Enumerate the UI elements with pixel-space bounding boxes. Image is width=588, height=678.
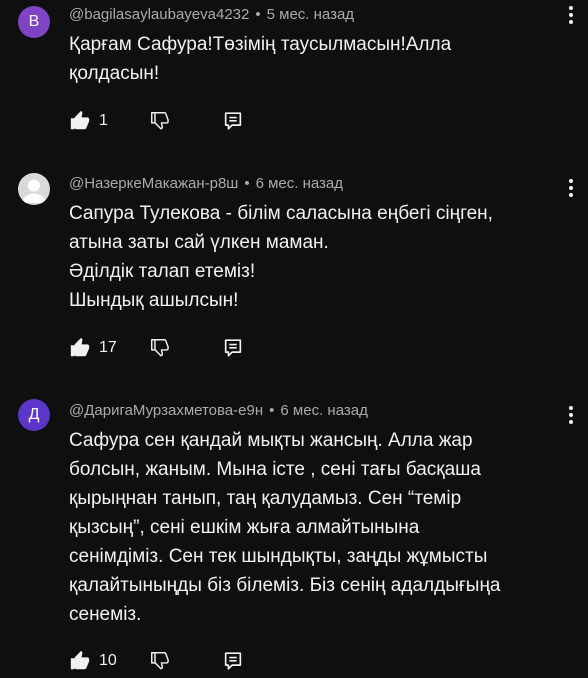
more-vert-icon[interactable] (562, 404, 580, 426)
comment-line: қалайтыныңды біз білеміз. Біз сенің адал… (69, 575, 501, 596)
thumb-up-icon (70, 337, 90, 357)
timestamp[interactable]: 6 мес. назад (256, 175, 343, 192)
comment-line: Сафура сен қандай мықты жансың. Алла жар (69, 430, 473, 451)
thumb-up-icon (70, 650, 90, 670)
comment-meta: @ДаригаМурзахметова-е9н • 6 мес. назад (69, 402, 368, 419)
comment-meta: @НазеркеМакажан-р8ш • 6 мес. назад (69, 175, 343, 192)
like-count: 1 (99, 112, 108, 129)
avatar-letter: B (28, 13, 40, 30)
reply-icon (224, 652, 242, 670)
comment-meta: @bagilasaylaubayeva4232 • 5 мес. назад (69, 6, 354, 23)
thumb-up-icon (70, 110, 90, 130)
avatar[interactable]: Д (18, 399, 50, 431)
comment-text: Сафура сен қандай мықты жансың. Алла жар… (69, 426, 569, 629)
comment-line: сенеміз. (69, 604, 142, 625)
like-button[interactable]: 17 (69, 336, 117, 360)
thumb-down-icon (151, 112, 169, 130)
comment-line: қызсың”, сені ешкім жыға алмайтынына (69, 517, 420, 538)
comment-line: Қарғам Сафура!Төзімің таусылмасын!Алла (69, 34, 452, 55)
avatar[interactable] (18, 173, 50, 205)
like-button[interactable]: 10 (69, 649, 117, 673)
like-count: 10 (99, 652, 117, 669)
like-button[interactable]: 1 (69, 109, 108, 133)
separator-dot: • (269, 402, 275, 419)
author-name[interactable]: @ДаригаМурзахметова-е9н (69, 402, 263, 419)
more-vert-icon[interactable] (562, 177, 580, 199)
reply-icon (224, 112, 242, 130)
avatar-letter: Д (28, 406, 40, 423)
avatar[interactable]: B (18, 6, 50, 38)
separator-dot: • (244, 175, 250, 192)
thumb-down-icon (151, 339, 169, 357)
author-name[interactable]: @НазеркеМакажан-р8ш (69, 175, 238, 192)
comment-line: Сапура Тулекова - білім саласына еңбегі … (69, 203, 493, 224)
reply-button[interactable] (222, 649, 244, 673)
dislike-button[interactable] (149, 109, 171, 133)
reply-icon (224, 339, 242, 357)
comment-line: сенімдіміз. Сен тек шындықты, заңды жұмы… (69, 546, 488, 567)
author-name[interactable]: @bagilasaylaubayeva4232 (69, 6, 249, 23)
comment-line: қырыңнан танып, таң қалудамыз. Сен “темі… (69, 488, 462, 509)
default-avatar-icon (22, 179, 46, 203)
comment-line: Әділдік талап етеміз! (69, 261, 256, 282)
comment-text: Сапура Тулекова - білім саласына еңбегі … (69, 199, 569, 315)
like-count: 17 (99, 339, 117, 356)
reply-button[interactable] (222, 336, 244, 360)
comment-line: атына заты сай үлкен маман. (69, 232, 329, 253)
separator-dot: • (255, 6, 261, 23)
comment-line: Шындық ашылсын! (69, 290, 239, 311)
comment-line: болсын, жаным. Мына істе , сені тағы бас… (69, 459, 481, 480)
dislike-button[interactable] (149, 649, 171, 673)
comment-line: қолдасын! (69, 63, 160, 84)
comment-text: Қарғам Сафура!Төзімің таусылмасын!Алла қ… (69, 30, 569, 88)
dislike-button[interactable] (149, 336, 171, 360)
reply-button[interactable] (222, 109, 244, 133)
thumb-down-icon (151, 652, 169, 670)
timestamp[interactable]: 6 мес. назад (280, 402, 367, 419)
timestamp[interactable]: 5 мес. назад (267, 6, 354, 23)
more-vert-icon[interactable] (562, 4, 580, 26)
